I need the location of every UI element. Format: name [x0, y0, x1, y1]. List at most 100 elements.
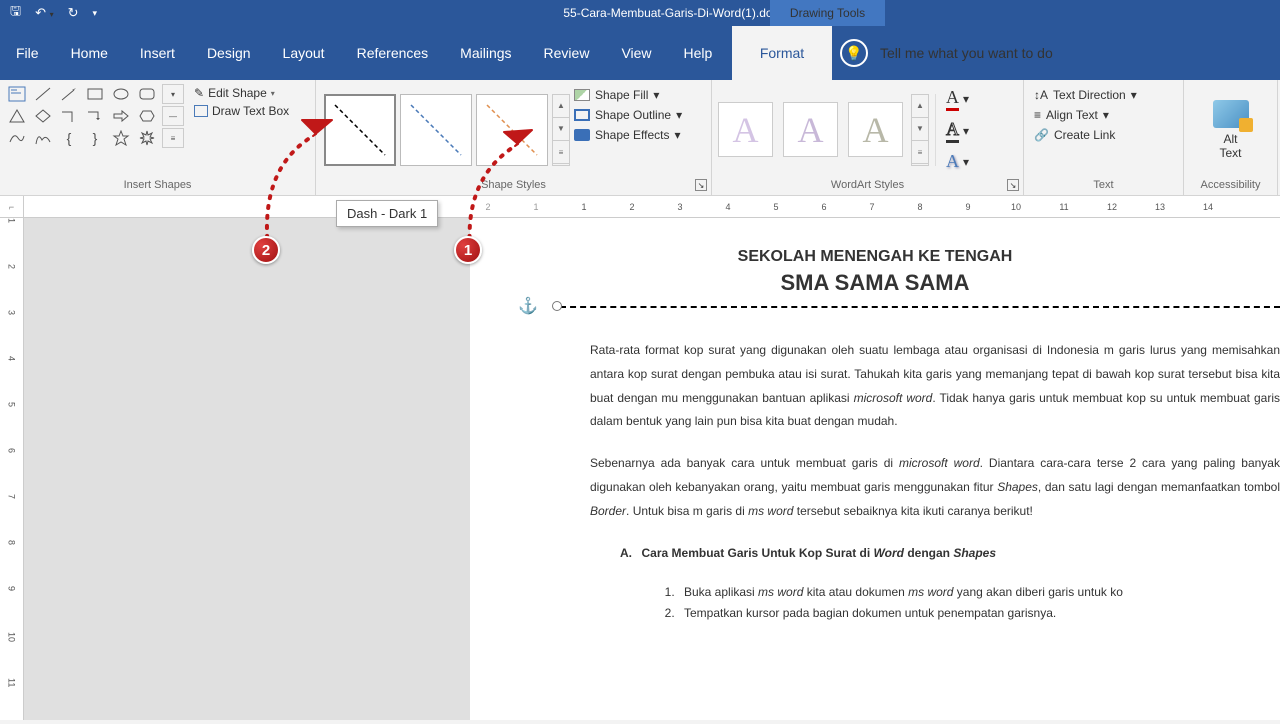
text-effects-button[interactable]: A▾ — [946, 151, 969, 172]
preset-dash-orange[interactable] — [476, 94, 548, 166]
paragraph-2: Sebenarnya ada banyak cara untuk membuat… — [590, 451, 1280, 522]
ribbon: ▾ — { } ≡ — [0, 80, 1280, 196]
gallery-tooltip: Dash - Dark 1 — [336, 200, 438, 227]
link-icon: 🔗 — [1034, 128, 1049, 142]
shape-left-brace-icon[interactable]: { — [58, 128, 80, 148]
create-link-button[interactable]: 🔗Create Link — [1034, 128, 1173, 142]
tab-mailings[interactable]: Mailings — [444, 26, 527, 80]
outline-icon — [574, 109, 590, 121]
tab-home[interactable]: Home — [55, 26, 124, 80]
shape-rounded-rect-icon[interactable] — [136, 84, 158, 104]
tab-references[interactable]: References — [341, 26, 445, 80]
vertical-ruler[interactable]: ⌐ 1234567891011 — [0, 196, 24, 720]
text-outline-button[interactable]: A▾ — [946, 119, 969, 143]
list-item: Tempatkan kursor pada bagian dokumen unt… — [678, 603, 1280, 623]
quick-access-toolbar: 🖫 ↶ ▾ ↻ ▾ — [0, 2, 107, 24]
tab-file[interactable]: File — [0, 26, 55, 80]
doc-heading-1: SEKOLAH MENENGAH KE TENGAH — [590, 248, 1160, 266]
tab-format[interactable]: Format — [732, 26, 832, 80]
tab-review[interactable]: Review — [528, 26, 606, 80]
shape-elbow-icon[interactable] — [58, 106, 80, 126]
section-heading: A. Cara Membuat Garis Untuk Kop Surat di… — [620, 541, 1280, 565]
align-text-button[interactable]: ≡Align Text▾ — [1034, 108, 1173, 122]
tab-help[interactable]: Help — [668, 26, 729, 80]
text-fill-button[interactable]: A▾ — [946, 87, 969, 111]
gallery-more-icon[interactable]: ≡ — [553, 141, 569, 164]
shape-diamond-icon[interactable] — [32, 106, 54, 126]
text-direction-button[interactable]: ↕AText Direction▾ — [1034, 88, 1173, 102]
tell-me-search[interactable]: 💡 Tell me what you want to do — [840, 26, 1053, 80]
tab-insert[interactable]: Insert — [124, 26, 191, 80]
redo-icon[interactable]: ↻ — [68, 5, 79, 21]
wordart-launcher-icon[interactable]: ↘ — [1007, 179, 1019, 191]
wordart-down-icon[interactable]: ▼ — [912, 118, 928, 141]
horizontal-ruler[interactable]: 211234567891011121314 — [24, 196, 1280, 218]
shapes-expand-icon[interactable]: ≡ — [162, 128, 184, 148]
effects-icon — [574, 129, 590, 141]
edit-shape-button[interactable]: ✎Edit Shape▾ — [188, 84, 295, 102]
shape-right-brace-icon[interactable]: } — [84, 128, 106, 148]
shape-arrow-line-icon[interactable] — [58, 84, 80, 104]
group-insert-shapes: ▾ — { } ≡ — [0, 80, 316, 195]
shapes-gallery[interactable]: ▾ — { } ≡ — [6, 84, 184, 175]
title-bar: 🖫 ↶ ▾ ↻ ▾ 55-Cara-Membuat-Garis-Di-Word(… — [0, 0, 1280, 26]
alt-text-button[interactable]: Alt Text — [1190, 84, 1271, 175]
shape-handle[interactable] — [552, 301, 562, 311]
document-page[interactable]: SEKOLAH MENENGAH KE TENGAH SMA SAMA SAMA… — [470, 218, 1280, 720]
ruler-corner: ⌐ — [0, 196, 23, 218]
shape-outline-button[interactable]: Shape Outline▾ — [574, 108, 682, 122]
group-wordart: A A A ▲ ▼ ≡ A▾ A▾ A▾ WordArt Styles ↘ — [712, 80, 1024, 195]
group-shape-styles: ▲ ▼ ≡ Shape Fill▾ Shape Outline▾ Shape E… — [316, 80, 712, 195]
gallery-down-icon[interactable]: ▼ — [553, 118, 569, 141]
shape-hexagon-icon[interactable] — [136, 106, 158, 126]
shape-fill-button[interactable]: Shape Fill▾ — [574, 88, 682, 102]
wordart-preset-2[interactable]: A — [783, 102, 838, 157]
group-label-insert-shapes: Insert Shapes — [6, 175, 309, 195]
align-text-icon: ≡ — [1034, 108, 1041, 122]
preset-dash-blue[interactable] — [400, 94, 472, 166]
tab-design[interactable]: Design — [191, 26, 267, 80]
shape-star-icon[interactable] — [110, 128, 132, 148]
shape-oval-icon[interactable] — [110, 84, 132, 104]
shape-star8-icon[interactable] — [136, 128, 158, 148]
shape-curve-icon[interactable] — [6, 128, 28, 148]
shape-rectangle-icon[interactable] — [84, 84, 106, 104]
shapes-row2-more-icon[interactable]: — — [162, 106, 184, 126]
text-direction-icon: ↕A — [1034, 88, 1048, 102]
group-label-wordart: WordArt Styles — [718, 175, 1017, 195]
wordart-up-icon[interactable]: ▲ — [912, 95, 928, 118]
shape-effects-button[interactable]: Shape Effects▾ — [574, 128, 682, 142]
wordart-more-icon[interactable]: ≡ — [912, 141, 928, 164]
shape-line-icon[interactable] — [32, 84, 54, 104]
shape-elbow-arrow-icon[interactable] — [84, 106, 106, 126]
inserted-line-shape[interactable]: ⚓ — [560, 306, 1280, 308]
tab-view[interactable]: View — [605, 26, 667, 80]
window-title: 55-Cara-Membuat-Garis-Di-Word(1).docx - … — [107, 6, 1280, 20]
shape-triangle-icon[interactable] — [6, 106, 28, 126]
shape-block-arrow-icon[interactable] — [110, 106, 132, 126]
qat-more-icon[interactable]: ▾ — [93, 8, 98, 19]
save-icon[interactable]: 🖫 — [10, 2, 21, 24]
shape-styles-launcher-icon[interactable]: ↘ — [695, 179, 707, 191]
anchor-icon[interactable]: ⚓ — [518, 296, 538, 316]
style-gallery[interactable]: ▲ ▼ ≡ — [322, 84, 570, 175]
edit-shape-icon: ✎ — [194, 86, 204, 100]
text-box-icon — [194, 105, 208, 117]
preset-dash-dark[interactable] — [324, 94, 396, 166]
wordart-preset-1[interactable]: A — [718, 102, 773, 157]
group-label-text: Text — [1030, 175, 1177, 195]
doc-heading-2: SMA SAMA SAMA — [590, 270, 1160, 296]
wordart-spinner[interactable]: ▲ ▼ ≡ — [911, 94, 929, 166]
gallery-spinner[interactable]: ▲ ▼ ≡ — [552, 94, 570, 166]
ribbon-tabs: File Home Insert Design Layout Reference… — [0, 26, 1280, 80]
fill-icon — [574, 89, 590, 101]
shapes-row-more-icon[interactable]: ▾ — [162, 84, 184, 104]
gallery-up-icon[interactable]: ▲ — [553, 95, 569, 118]
shape-textbox-icon[interactable] — [6, 84, 28, 104]
shape-freeform-icon[interactable] — [32, 128, 54, 148]
group-label-shape-styles: Shape Styles — [322, 175, 705, 195]
wordart-preset-3[interactable]: A — [848, 102, 903, 157]
draw-text-box-button[interactable]: Draw Text Box — [188, 102, 295, 120]
tab-layout[interactable]: Layout — [267, 26, 341, 80]
undo-icon[interactable]: ↶ ▾ — [35, 5, 54, 21]
